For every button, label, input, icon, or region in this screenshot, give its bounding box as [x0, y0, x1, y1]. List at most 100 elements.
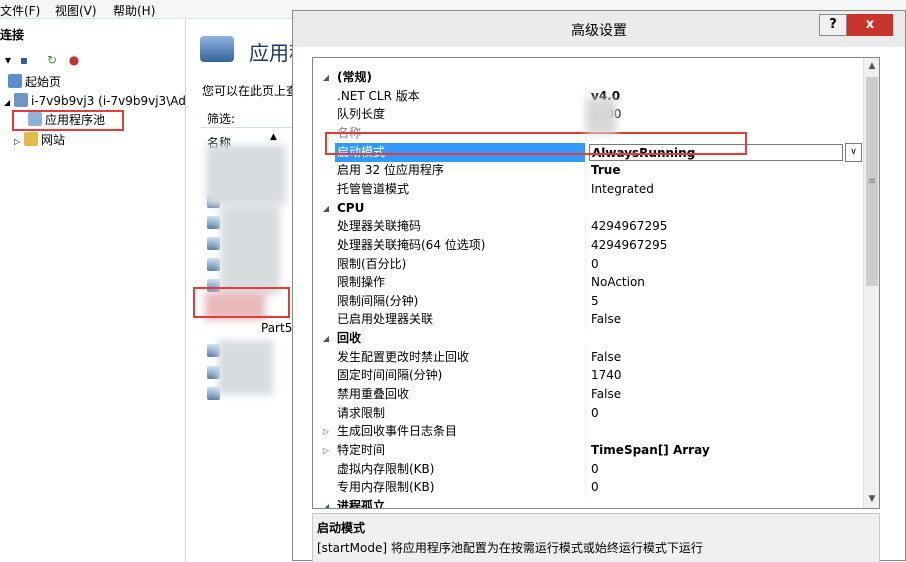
highlight-selected-pool	[193, 287, 290, 318]
vertical-scrollbar[interactable]: ▲ ≡ ▼	[863, 58, 879, 508]
new-connection-icon[interactable]: ▾	[0, 52, 16, 68]
tree-item-server[interactable]: ◢ i-7v9b9vj3 (i-7v9b9vj3\Adm	[4, 92, 198, 110]
dialog-title: 高级设置	[571, 23, 627, 39]
property-category[interactable]: ◢ CPU	[313, 199, 863, 218]
collapse-arrow-icon[interactable]: ◢	[4, 98, 10, 107]
property-row[interactable]: 发生配置更改时禁止回收 False	[313, 347, 863, 367]
category-label: (常规)	[337, 70, 372, 84]
property-label: .NET CLR 版本	[337, 88, 420, 103]
scroll-down-icon[interactable]: ▼	[864, 491, 879, 508]
property-value: False	[591, 349, 622, 364]
menu-help[interactable]: 帮助(H)	[113, 2, 155, 19]
help-button[interactable]: ?	[819, 14, 847, 36]
property-label: 虚拟内存限制(KB)	[337, 461, 435, 476]
advanced-settings-dialog: 高级设置 ? x ◢(常规).NET CLR 版本v4.0队列长度1000名称启…	[292, 10, 906, 562]
partial-pool-name: Part5	[261, 321, 293, 335]
column-splitter	[585, 291, 586, 311]
collapse-category-icon[interactable]: ◢	[321, 199, 331, 218]
property-row[interactable]: 限制(百分比) 0	[313, 254, 863, 274]
property-row[interactable]: ▷ 生成回收事件日志条目	[313, 422, 863, 442]
expand-property-icon[interactable]: ▷	[321, 422, 331, 441]
close-button[interactable]: x	[847, 14, 893, 36]
start-page-icon	[8, 74, 22, 88]
menu-file[interactable]: 文件(F)	[0, 2, 40, 19]
collapse-category-icon[interactable]: ◢	[321, 329, 331, 348]
chevron-down-icon[interactable]: ∨	[845, 142, 862, 162]
sites-folder-icon	[23, 132, 38, 146]
property-value: True	[591, 163, 621, 178]
property-row[interactable]: ▷ 特定时间 TimeSpan[] Array	[313, 441, 863, 460]
page-description: 您可以在此页上查	[202, 84, 299, 98]
property-label: 处理器关联掩码(64 位选项)	[337, 237, 486, 252]
column-splitter	[585, 217, 586, 237]
description-text: [startMode] 将应用程序池配置为在按需运行模式或始终运行模式下运行	[317, 541, 703, 555]
column-splitter	[585, 478, 586, 498]
property-category[interactable]: ◢ 进程孤立	[313, 497, 863, 508]
property-row[interactable]: 处理器关联掩码 4294967295	[313, 217, 863, 237]
property-row[interactable]: 启用 32 位应用程序 True	[313, 161, 863, 181]
property-label: 发生配置更改时禁止回收	[337, 349, 470, 364]
app-pool-row-icon[interactable]	[207, 216, 220, 229]
redacted-area	[218, 340, 273, 395]
property-row[interactable]: 限制操作 NoAction	[313, 273, 863, 293]
property-value: 0	[591, 480, 599, 495]
property-value: 5	[591, 293, 599, 308]
redacted-area	[206, 145, 286, 205]
property-row[interactable]: 虚拟内存限制(KB) 0	[313, 459, 863, 479]
expand-arrow-icon[interactable]: ▷	[14, 137, 20, 146]
column-splitter	[585, 403, 586, 423]
tree-item-sites[interactable]: ▷ 网站	[14, 131, 65, 149]
menu-view[interactable]: 视图(V)	[55, 2, 97, 19]
property-row[interactable]: 禁用重叠回收 False	[313, 385, 863, 405]
column-splitter	[585, 161, 586, 181]
scroll-thumb[interactable]: ≡	[866, 77, 878, 286]
connections-toolbar: ▾ ▪ ↻ ●	[0, 52, 120, 70]
collapse-category-icon[interactable]: ◢	[321, 68, 331, 87]
expand-property-icon[interactable]: ▷	[321, 441, 331, 460]
property-label: 限制操作	[337, 275, 386, 290]
property-category[interactable]: ◢ (常规)	[313, 68, 863, 87]
property-row[interactable]: 处理器关联掩码(64 位选项) 4294967295	[313, 235, 863, 255]
app-pool-row-icon[interactable]	[207, 237, 220, 250]
app-pool-row-icon[interactable]	[207, 258, 220, 271]
property-category[interactable]: ◢ 回收	[313, 329, 863, 348]
property-row[interactable]: 已启用处理器关联 False	[313, 310, 863, 330]
connect-icon[interactable]: ●	[66, 52, 82, 68]
column-splitter	[585, 179, 586, 199]
tree-item-start-page[interactable]: 起始页	[8, 73, 61, 91]
save-icon[interactable]: ▪	[16, 52, 32, 68]
property-row[interactable]: 托管管道模式 Integrated	[313, 179, 863, 199]
property-value: TimeSpan[] Array	[591, 443, 710, 457]
category-label: CPU	[337, 200, 365, 215]
sort-ascending-icon: ▲	[270, 132, 277, 142]
property-label: 特定时间	[337, 443, 386, 457]
property-row[interactable]: 请求限制 0	[313, 403, 863, 423]
property-label: 处理器关联掩码	[337, 219, 422, 234]
property-value: 0	[591, 256, 599, 271]
property-value: 0	[591, 405, 599, 420]
redacted-name-value	[586, 98, 616, 134]
redacted-area	[220, 205, 280, 295]
property-row[interactable]: 固定时间间隔(分钟) 1740	[313, 366, 863, 386]
property-value: False	[591, 387, 622, 402]
refresh-icon[interactable]: ↻	[44, 52, 60, 68]
property-label: 禁用重叠回收	[337, 387, 410, 402]
property-row[interactable]: 限制间隔(分钟) 5	[313, 291, 863, 311]
property-label: 专用内存限制(KB)	[337, 480, 435, 495]
column-splitter	[585, 441, 586, 460]
property-label: 启用 32 位应用程序	[337, 163, 444, 178]
column-splitter	[585, 422, 586, 442]
property-label: 限制间隔(分钟)	[337, 293, 419, 308]
property-label: 生成回收事件日志条目	[337, 424, 458, 439]
column-splitter	[585, 310, 586, 330]
dialog-titlebar[interactable]: 高级设置 ? x	[293, 11, 905, 47]
column-splitter	[585, 254, 586, 274]
column-splitter	[585, 347, 586, 367]
property-label: 固定时间间隔(分钟)	[337, 368, 443, 383]
category-label: 回收	[337, 331, 362, 346]
connections-title: 连接	[0, 28, 25, 42]
collapse-category-icon[interactable]: ◢	[321, 497, 331, 508]
property-row[interactable]: 专用内存限制(KB) 0	[313, 478, 863, 498]
scroll-up-icon[interactable]: ▲	[864, 58, 879, 75]
property-label: 托管管道模式	[337, 181, 410, 196]
